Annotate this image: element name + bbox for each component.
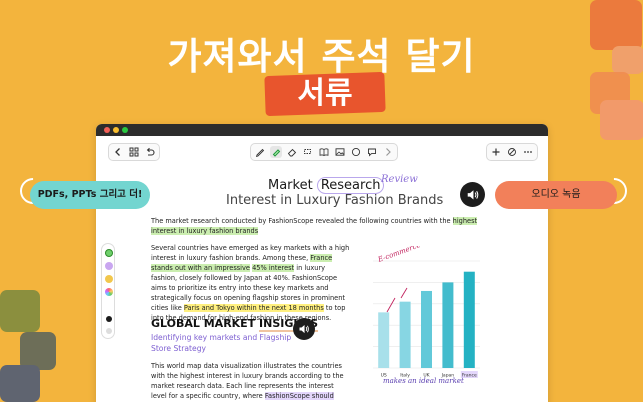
paragraph-intro: The market research conducted by Fashion… [151, 216, 489, 236]
close-window-button[interactable] [104, 127, 110, 133]
highlight-yellow: Paris and Tokyo within the next 18 month… [183, 304, 324, 312]
decor-square [0, 365, 40, 402]
toolbar [96, 136, 548, 168]
highlighter-icon[interactable] [270, 146, 282, 158]
callout-formats: PDFs, PPTs 그리고 더! [30, 181, 150, 209]
stroke-size-thin[interactable] [106, 328, 112, 334]
pen-icon[interactable] [254, 146, 266, 158]
color-swatch-green[interactable] [105, 249, 113, 257]
chart-bar-uk [421, 290, 432, 368]
shape-icon[interactable] [350, 146, 362, 158]
plus-icon[interactable] [490, 146, 502, 158]
chart-annotation: E-commerce luxury [376, 246, 446, 264]
color-swatch-purple[interactable] [105, 262, 113, 270]
grid-icon[interactable] [128, 146, 140, 158]
hero-subtitle: 서류 [297, 76, 353, 111]
chart-bar-france [463, 271, 475, 368]
decor-square [600, 100, 643, 140]
audio-record-button[interactable] [460, 182, 485, 207]
toolbar-right-group [486, 143, 538, 161]
minimize-window-button[interactable] [113, 127, 119, 133]
chart-bar-us [378, 312, 390, 368]
section-title-text: GLOBAL MARKET [151, 317, 260, 330]
color-palette [101, 243, 115, 339]
document-title: Market Research [268, 177, 385, 194]
chart-bar-japan [442, 282, 454, 368]
undo-icon[interactable] [144, 146, 156, 158]
document-title-annotated: Research [316, 177, 385, 194]
lasso-icon[interactable] [302, 146, 314, 158]
decor-square [0, 290, 40, 332]
book-icon[interactable] [318, 146, 330, 158]
chart-annotation: makes an ideal market [383, 377, 464, 385]
color-swatch-rainbow[interactable] [105, 288, 113, 296]
comment-icon[interactable] [366, 146, 378, 158]
color-swatch-yellow[interactable] [105, 275, 113, 283]
highlight-green: 45% interest [252, 264, 295, 272]
annotation-arrow [400, 287, 408, 299]
stroke-size-thick[interactable] [106, 316, 112, 322]
document-title-prefix: Market [268, 178, 317, 193]
chart-bar-italy [399, 301, 411, 368]
handwritten-review-note: Review [381, 174, 418, 185]
callout-audio-recording: 오디오 녹음 [495, 181, 617, 209]
hero-title: 가져와서 주석 달기 [167, 35, 476, 78]
chevron-left-icon[interactable] [112, 146, 124, 158]
paragraph-text: The market research conducted by Fashion… [151, 217, 453, 225]
section-subtitle: Identifying key markets and Flagship Sto… [151, 333, 292, 353]
chevron-right-icon[interactable] [382, 146, 394, 158]
annotation-arrow [386, 297, 396, 313]
more-icon[interactable] [522, 146, 534, 158]
paragraph-map: This world map data visualization illust… [151, 361, 351, 402]
chart-tick-label: France [462, 373, 477, 379]
speaker-icon [467, 189, 478, 200]
toolbar-tools-group [250, 143, 398, 161]
edit-off-icon[interactable] [506, 146, 518, 158]
titlebar [96, 124, 548, 136]
bar-chart: US Italy UK Japan FranceE-commerce luxurymak… [373, 246, 480, 385]
paragraph-markets: Several countries have emerged as key ma… [151, 243, 351, 323]
zoom-window-button[interactable] [122, 127, 128, 133]
toolbar-nav-group [108, 143, 160, 161]
document-subtitle: Interest in Luxury Fashion Brands [226, 193, 444, 208]
image-icon[interactable] [334, 146, 346, 158]
eraser-icon[interactable] [286, 146, 298, 158]
